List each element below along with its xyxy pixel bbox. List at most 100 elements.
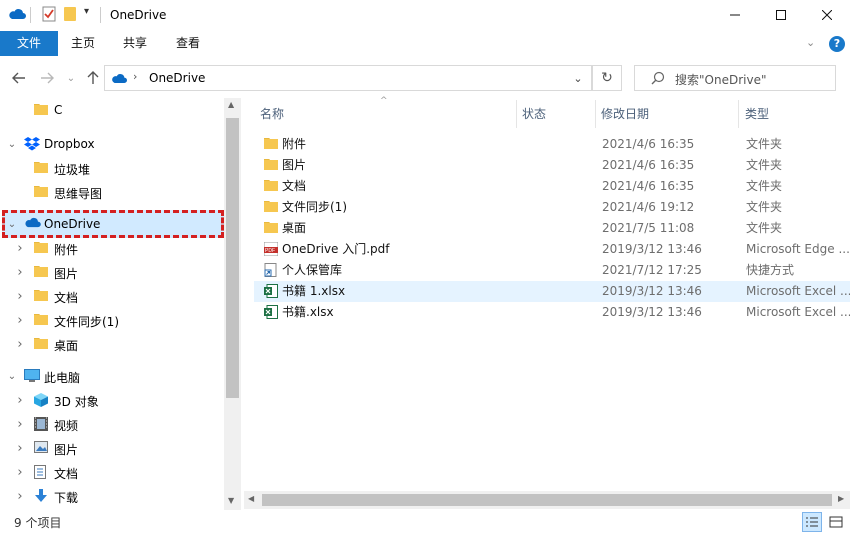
navigation-pane: C ⌄ Dropbox 垃圾堆 思维导图 ⌄ OneDrive › 附件 › 图片 › 文档 › 文件同步(… bbox=[0, 98, 226, 508]
nav-item[interactable]: ⌄ Dropbox bbox=[0, 132, 226, 156]
properties-icon[interactable] bbox=[42, 6, 56, 25]
nav-item[interactable]: ⌄ 此电脑 bbox=[0, 364, 226, 388]
help-icon[interactable]: ? bbox=[829, 36, 845, 52]
file-row[interactable]: 书籍 1.xlsx 2019/3/12 13:46 Microsoft Excel … bbox=[254, 281, 850, 302]
column-divider[interactable] bbox=[516, 100, 517, 128]
file-modified-date: 2019/3/12 13:46 bbox=[602, 284, 702, 298]
refresh-button[interactable]: ↻ bbox=[592, 65, 622, 91]
column-divider[interactable] bbox=[738, 100, 739, 128]
nav-item[interactable]: › 图片 bbox=[0, 260, 226, 284]
nav-item-label: 视频 bbox=[54, 419, 79, 433]
nav-item-label: 图片 bbox=[54, 267, 79, 281]
forward-button[interactable] bbox=[36, 66, 58, 90]
tab-file[interactable]: 文件 bbox=[0, 31, 58, 56]
search-box[interactable]: 搜索"OneDrive" bbox=[634, 65, 836, 91]
scroll-up-icon[interactable]: ▲ bbox=[228, 100, 234, 109]
expand-chevron-icon[interactable]: › bbox=[14, 241, 26, 256]
expand-chevron-icon[interactable]: › bbox=[14, 337, 26, 352]
folder-icon bbox=[34, 313, 48, 328]
nav-item[interactable]: 思维导图 bbox=[0, 180, 226, 204]
expand-chevron-icon[interactable]: › bbox=[14, 289, 26, 304]
file-row[interactable]: 书籍.xlsx 2019/3/12 13:46 Microsoft Excel ..… bbox=[254, 302, 850, 323]
nav-item[interactable]: › 视频 bbox=[0, 412, 226, 436]
file-row[interactable]: 桌面 2021/7/5 11:08 文件夹 bbox=[254, 218, 850, 239]
expand-chevron-icon[interactable]: › bbox=[14, 417, 26, 432]
file-type: 文件夹 bbox=[746, 221, 783, 235]
onedrive-app-icon bbox=[8, 8, 26, 23]
expand-ribbon-icon[interactable]: ⌄ bbox=[806, 36, 815, 49]
back-arrow-icon bbox=[12, 72, 25, 84]
minimize-button[interactable] bbox=[712, 0, 758, 30]
address-history-button[interactable]: ⌄ bbox=[564, 66, 592, 90]
nav-item-label: 垃圾堆 bbox=[54, 163, 91, 177]
file-row[interactable]: PDF OneDrive 入门.pdf 2019/3/12 13:46 Microso… bbox=[254, 239, 850, 260]
breadcrumb-chevron-icon[interactable]: › bbox=[133, 70, 137, 83]
folder-icon bbox=[264, 137, 278, 151]
file-modified-date: 2019/3/12 13:46 bbox=[602, 305, 702, 319]
maximize-button[interactable] bbox=[758, 0, 804, 30]
recent-locations-button[interactable]: ⌄ bbox=[60, 66, 82, 90]
address-bar[interactable]: › OneDrive bbox=[104, 65, 592, 91]
column-header-modified[interactable]: 修改日期 bbox=[601, 100, 731, 128]
collapse-chevron-icon[interactable]: ⌄ bbox=[6, 219, 18, 230]
file-row[interactable]: 个人保管库 2021/7/12 17:25 快捷方式 bbox=[254, 260, 850, 281]
scroll-down-icon[interactable]: ▼ bbox=[228, 496, 234, 505]
file-row[interactable]: 附件 2021/4/6 16:35 文件夹 bbox=[254, 134, 850, 155]
horizontal-scrollbar[interactable]: ◀ ▶ bbox=[244, 491, 850, 509]
scroll-left-icon[interactable]: ◀ bbox=[248, 494, 254, 503]
column-header-status[interactable]: 状态 bbox=[522, 100, 592, 128]
pictures-icon bbox=[34, 441, 48, 456]
breadcrumb-onedrive[interactable]: OneDrive bbox=[149, 71, 205, 85]
nav-item[interactable]: ⌄ OneDrive bbox=[0, 212, 226, 236]
onedrive-icon bbox=[24, 217, 41, 231]
nav-item[interactable]: 垃圾堆 bbox=[0, 156, 226, 180]
collapse-chevron-icon[interactable]: ⌄ bbox=[6, 371, 18, 382]
folder-icon bbox=[34, 289, 48, 304]
expand-chevron-icon[interactable]: › bbox=[14, 265, 26, 280]
expand-chevron-icon[interactable]: › bbox=[14, 393, 26, 408]
customize-toolbar-icon[interactable]: ▾ bbox=[84, 6, 89, 17]
nav-scroll-thumb[interactable] bbox=[226, 118, 239, 398]
nav-item[interactable]: › 文件同步(1) bbox=[0, 308, 226, 332]
nav-scrollbar[interactable]: ▲ ▼ bbox=[224, 98, 241, 510]
ribbon-tabs: 文件 主页 共享 查看 ⌄ ? bbox=[0, 31, 850, 57]
expand-chevron-icon[interactable]: › bbox=[14, 489, 26, 504]
new-folder-icon[interactable] bbox=[64, 7, 76, 24]
details-view-button[interactable] bbox=[802, 512, 822, 532]
expand-chevron-icon[interactable]: › bbox=[14, 465, 26, 480]
large-icons-view-button[interactable] bbox=[826, 512, 846, 532]
nav-item[interactable]: › 文档 bbox=[0, 460, 226, 484]
nav-item[interactable]: › 文档 bbox=[0, 284, 226, 308]
up-button[interactable] bbox=[82, 66, 104, 90]
expand-chevron-icon[interactable]: › bbox=[14, 313, 26, 328]
nav-item[interactable]: C bbox=[0, 98, 226, 122]
column-header-type[interactable]: 类型 bbox=[745, 100, 845, 128]
scroll-right-icon[interactable]: ▶ bbox=[838, 494, 844, 503]
expand-chevron-icon[interactable]: › bbox=[14, 441, 26, 456]
tab-view[interactable]: 查看 bbox=[166, 31, 210, 56]
svg-text:PDF: PDF bbox=[265, 248, 275, 254]
file-type: Microsoft Excel ... bbox=[746, 284, 850, 298]
file-row[interactable]: 文档 2021/4/6 16:35 文件夹 bbox=[254, 176, 850, 197]
nav-item[interactable]: › 图片 bbox=[0, 436, 226, 460]
collapse-chevron-icon[interactable]: ⌄ bbox=[6, 139, 18, 150]
nav-item-label: OneDrive bbox=[44, 217, 101, 231]
back-button[interactable] bbox=[8, 66, 30, 90]
nav-item[interactable]: › 下载 bbox=[0, 484, 226, 508]
file-explorer-window: ▾ OneDrive 文件 主页 共享 查看 ⌄ ? ⌄ › OneDrive … bbox=[0, 0, 850, 534]
column-header-name[interactable]: 名称 bbox=[260, 100, 510, 128]
file-row[interactable]: 图片 2021/4/6 16:35 文件夹 bbox=[254, 155, 850, 176]
tab-share[interactable]: 共享 bbox=[114, 31, 156, 56]
search-icon bbox=[651, 71, 665, 88]
nav-item[interactable]: › 3D 对象 bbox=[0, 388, 226, 412]
nav-item[interactable]: › 附件 bbox=[0, 236, 226, 260]
horizontal-scroll-thumb[interactable] bbox=[262, 494, 832, 506]
refresh-icon: ↻ bbox=[601, 70, 613, 86]
nav-item[interactable]: › 桌面 bbox=[0, 332, 226, 356]
file-row[interactable]: 文件同步(1) 2021/4/6 19:12 文件夹 bbox=[254, 197, 850, 218]
onedrive-icon bbox=[111, 73, 127, 87]
close-button[interactable] bbox=[804, 0, 850, 30]
column-divider[interactable] bbox=[595, 100, 596, 128]
nav-item-label: 图片 bbox=[54, 443, 79, 457]
tab-home[interactable]: 主页 bbox=[62, 31, 104, 56]
